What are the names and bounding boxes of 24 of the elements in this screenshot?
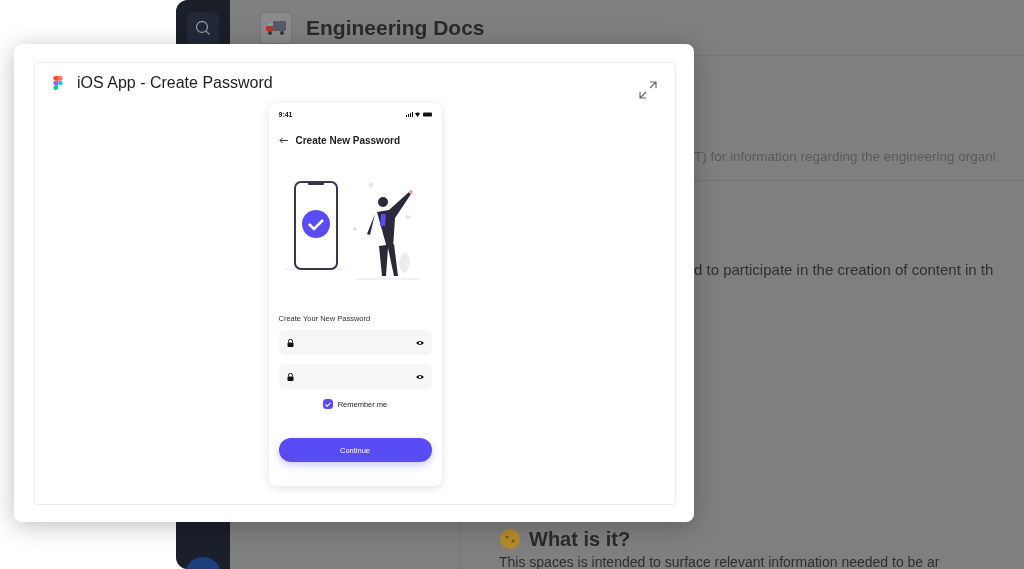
back-button[interactable] <box>278 137 288 144</box>
back-arrow-icon <box>278 137 288 144</box>
truck-icon <box>265 19 287 36</box>
dialog-title: iOS App - Create Password <box>77 74 273 92</box>
password-field[interactable] <box>278 364 432 389</box>
status-icons <box>405 112 432 117</box>
emoji-icon <box>499 528 521 550</box>
section-text: This spaces is intended to surface relevant information needed to be ar <box>499 554 941 569</box>
expand-icon <box>639 81 657 99</box>
lock-icon <box>286 372 294 381</box>
eye-icon[interactable] <box>415 373 424 380</box>
check-icon <box>324 401 331 407</box>
expand-button[interactable] <box>639 81 657 99</box>
lock-icon <box>286 338 294 347</box>
screen-title: Create New Password <box>295 135 400 146</box>
figma-logo-icon <box>53 76 63 90</box>
section-heading: What is it? <box>529 527 631 551</box>
eye-icon[interactable] <box>415 339 424 346</box>
search-icon <box>195 20 211 36</box>
page-title: Engineering Docs <box>306 15 485 40</box>
search-button[interactable] <box>187 12 219 44</box>
body-text: d to participate in the creation of content in th <box>694 261 994 278</box>
password-field[interactable] <box>278 330 432 355</box>
remember-checkbox[interactable] <box>322 399 333 409</box>
